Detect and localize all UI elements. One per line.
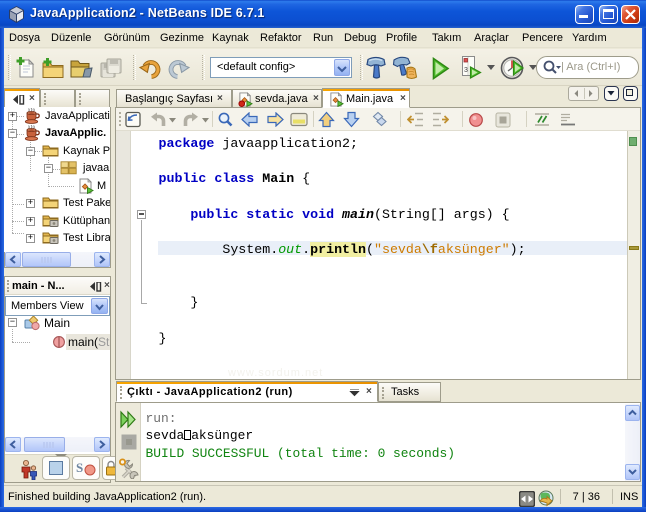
svg-text:3: 3 (464, 67, 468, 74)
